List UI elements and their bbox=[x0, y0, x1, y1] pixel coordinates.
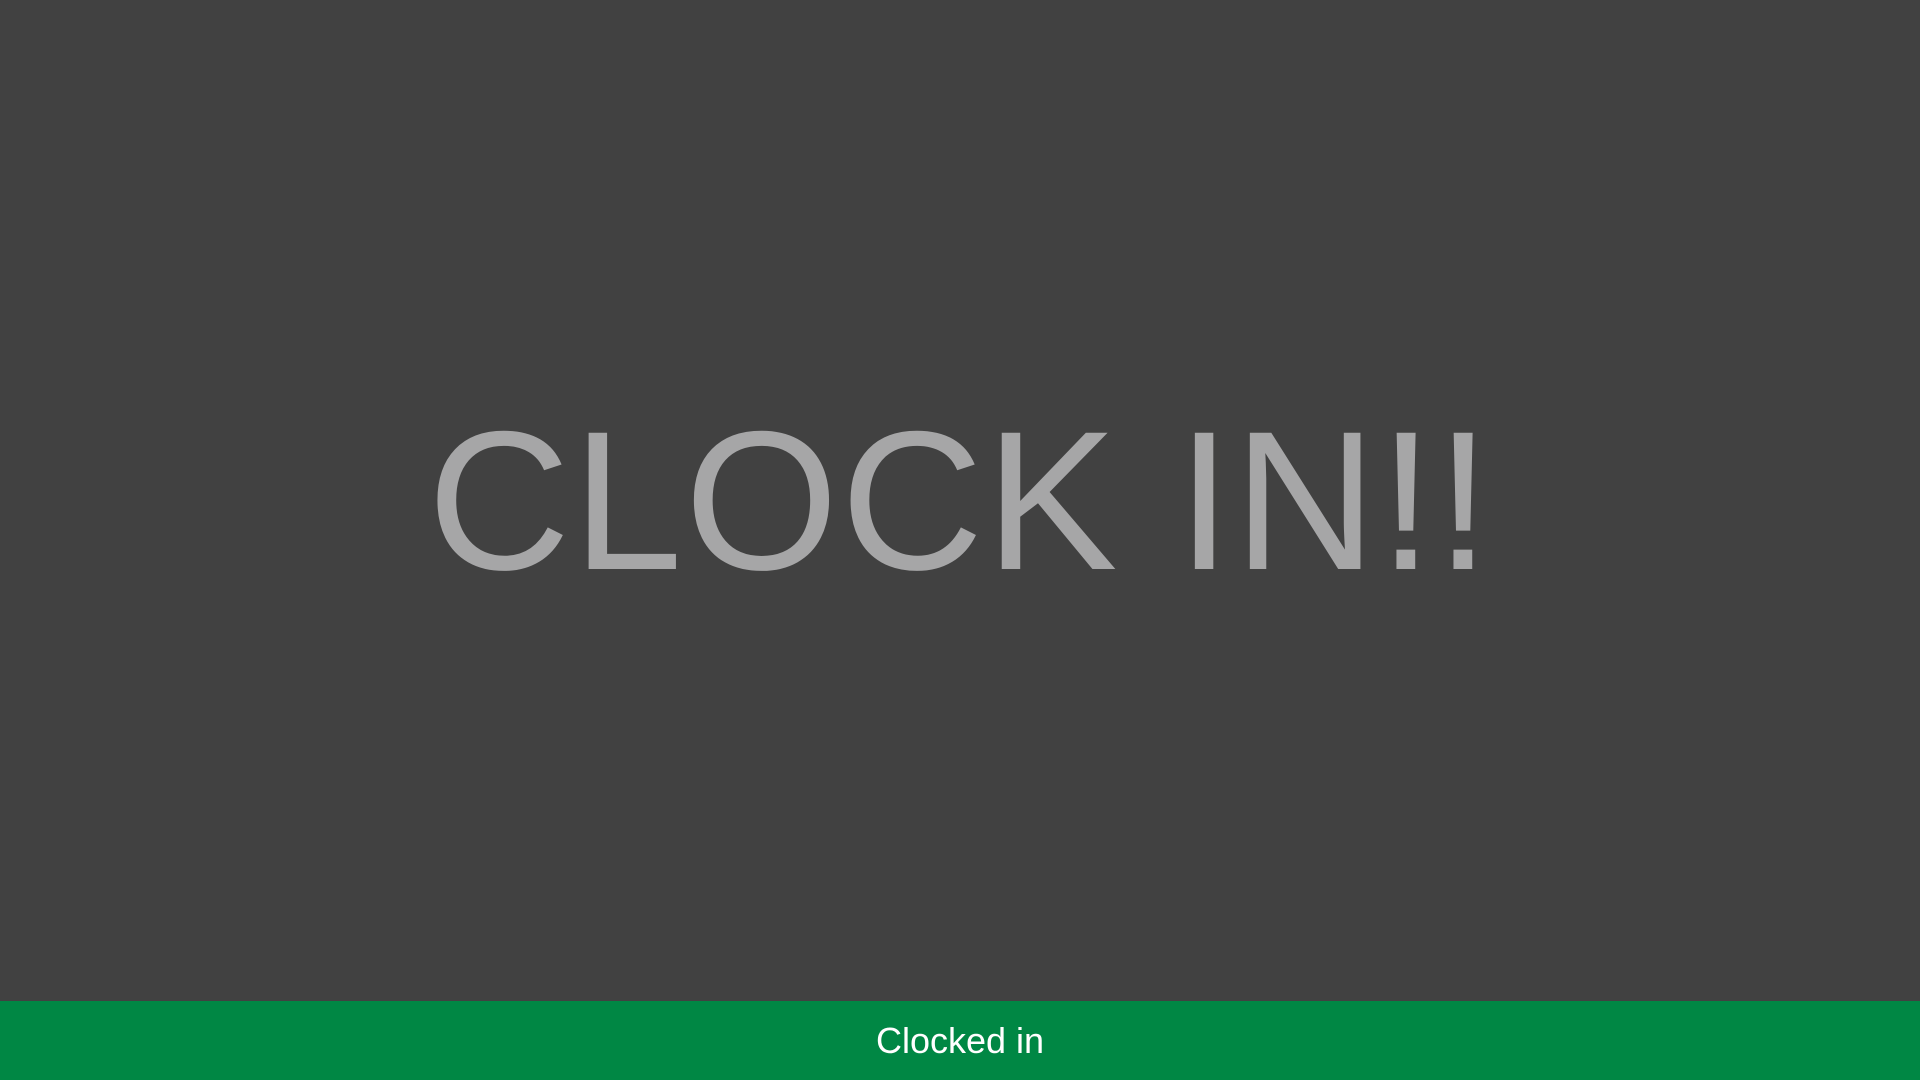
status-bar: Clocked in bbox=[0, 1001, 1920, 1080]
status-text: Clocked in bbox=[875, 1019, 1045, 1061]
clock-in-button[interactable]: CLOCK IN!! bbox=[0, 0, 1920, 1001]
clock-in-label: CLOCK IN!! bbox=[427, 389, 1493, 611]
